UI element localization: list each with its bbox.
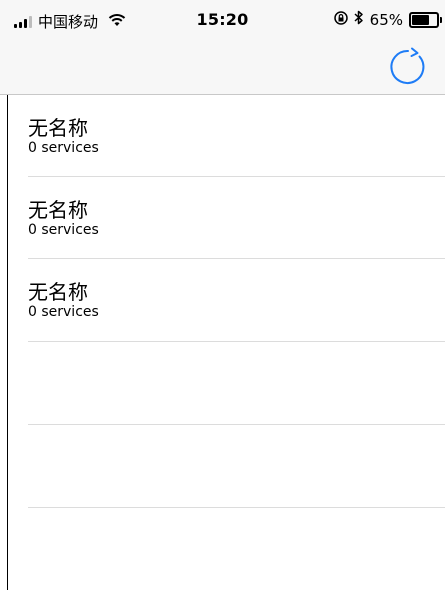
battery-percent: 65%: [369, 10, 403, 29]
list-item[interactable]: 无名称 0 services: [0, 95, 445, 177]
refresh-button[interactable]: [384, 43, 432, 91]
orientation-lock-icon: [333, 10, 348, 29]
bluetooth-icon: [354, 10, 364, 29]
empty-row: [0, 342, 445, 425]
peripheral-list: 无名称 0 services 无名称 0 services 无名称 0 serv…: [0, 95, 445, 508]
list-item-subtitle: 0 services: [28, 222, 99, 238]
list-item-title: 无名称: [28, 280, 88, 304]
list-item-title: 无名称: [28, 198, 88, 222]
battery-icon: [409, 11, 442, 28]
list-item-subtitle: 0 services: [28, 304, 99, 320]
list-item-title: 无名称: [28, 116, 88, 140]
status-bar: 中国移动 15:20 65%: [0, 0, 445, 40]
row-separator: [28, 507, 445, 508]
battery-fill: [412, 14, 429, 25]
list-item[interactable]: 无名称 0 services: [0, 259, 445, 342]
navigation-bar: [0, 40, 445, 95]
status-bar-right: 65%: [333, 10, 445, 29]
empty-row: [0, 425, 445, 508]
refresh-icon: [390, 47, 425, 84]
list-item-subtitle: 0 services: [28, 140, 99, 156]
list-item[interactable]: 无名称 0 services: [0, 177, 445, 259]
